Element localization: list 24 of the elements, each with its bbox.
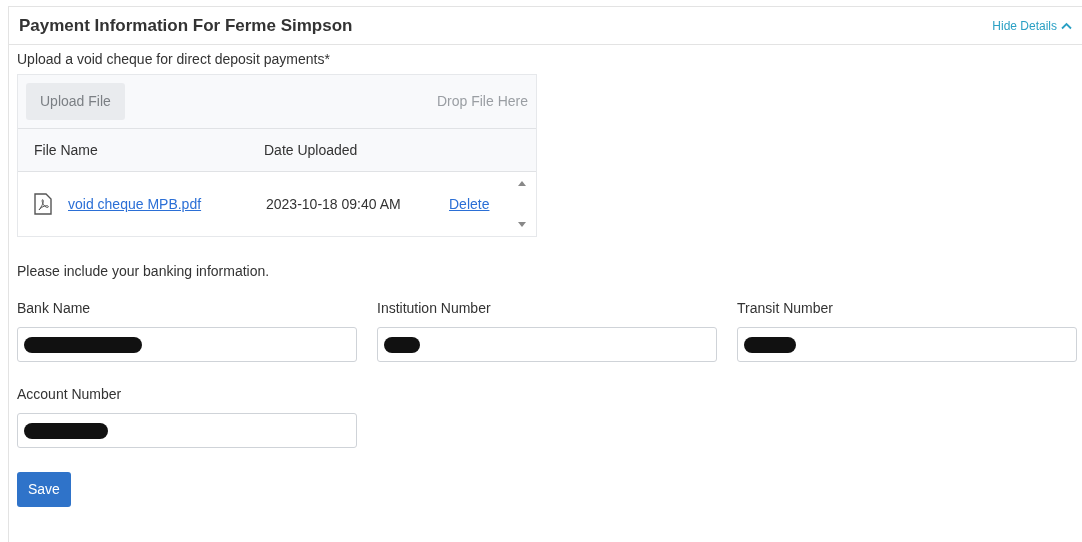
chevron-up-icon [1061, 21, 1072, 30]
delete-link[interactable]: Delete [449, 193, 490, 215]
table-cell-text: 2023-10-18 09:40 AM [266, 194, 402, 214]
upload-button[interactable]: Upload File [26, 83, 125, 120]
file-link[interactable]: void cheque MPB.pdf [68, 193, 202, 215]
input-field[interactable] [737, 327, 1077, 362]
input-field[interactable] [17, 327, 357, 362]
save-button[interactable]: Save [17, 472, 71, 507]
field-label: Institution Number [377, 299, 492, 318]
scroll-up-icon[interactable] [518, 180, 526, 186]
toggle-link[interactable]: Hide Details [992, 16, 1072, 35]
field-label: Bank Name [17, 299, 92, 318]
drop-hint: Drop File Here [436, 92, 528, 111]
scroll-down-icon[interactable] [518, 222, 526, 228]
column-header: File Name [33, 140, 99, 160]
column-header: Date Uploaded [263, 140, 359, 160]
field-label: Transit Number [737, 299, 834, 318]
pdf-file-icon [34, 193, 52, 215]
field-label: Account Number [17, 385, 123, 404]
banking-note: Please include your banking information. [17, 262, 271, 281]
input-field[interactable] [377, 327, 717, 362]
upload-label: Upload a void cheque for direct deposit payments* [17, 50, 331, 69]
panel-title: Payment Information For Ferme Simpson [19, 14, 353, 37]
input-field[interactable] [17, 413, 357, 448]
